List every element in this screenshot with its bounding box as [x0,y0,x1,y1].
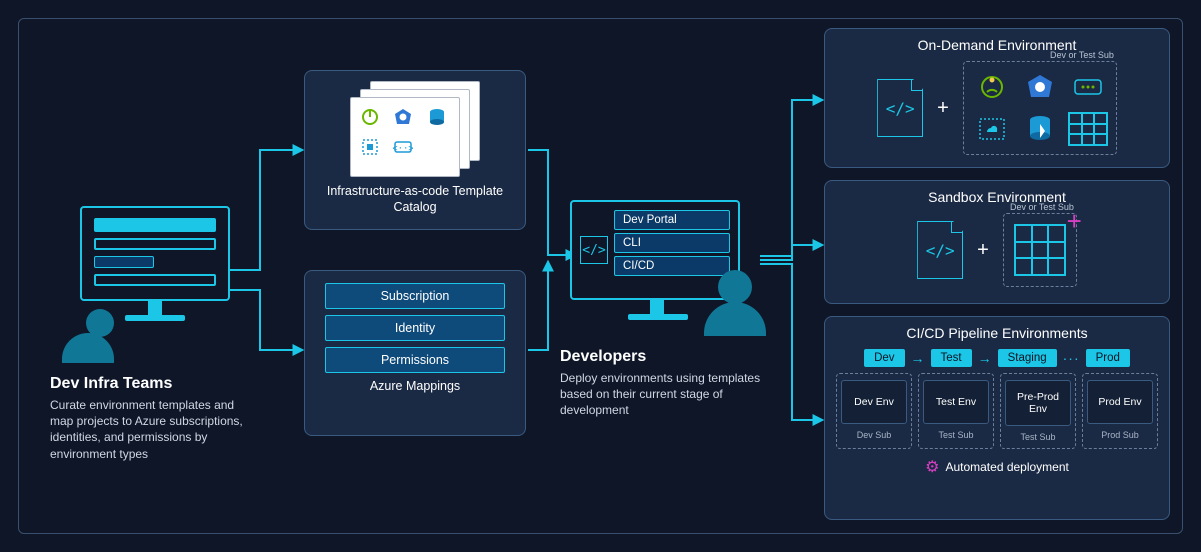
svg-text:<··>: <··> [393,144,413,154]
cicd-row: CI/CD [614,256,730,276]
iac-caption: Infrastructure-as-code Template Catalog [315,184,515,215]
env-label: Test Env [923,380,989,424]
developers-title: Developers [560,348,790,366]
stage-dev: Dev [864,349,904,367]
test-env-card: Test Env Test Sub [918,373,994,449]
dev-infra-teams-actor: Dev Infra Teams Curate environment templ… [50,206,260,462]
template-file-icon: </> [877,79,923,137]
env-sub: Test Sub [1005,432,1071,442]
env-sub: Prod Sub [1087,430,1153,440]
database-icon [1018,110,1062,148]
pipeline-stages: Dev → Test → Staging ··· Prod [835,349,1159,367]
kubernetes-icon [1018,68,1062,106]
ellipsis-icon: ··· [1063,350,1080,366]
env-label: Prod Env [1087,380,1153,424]
sandbox-sub-caption: Dev or Test Sub [1010,202,1074,212]
prod-env-card: Prod Env Prod Sub [1082,373,1158,449]
mapping-subscription: Subscription [325,283,505,309]
template-stack-icon: <··> [350,81,480,176]
mapping-identity: Identity [325,315,505,341]
on-demand-resources-box: Dev or Test Sub [963,61,1117,155]
sandbox-title: Sandbox Environment [837,189,1157,205]
iac-template-catalog-panel: <··> Infrastructure-as-code Template Cat… [304,70,526,230]
mapping-permissions: Permissions [325,347,505,373]
code-icon: </> [580,236,608,264]
plus-icon: + [937,97,949,120]
cloud-app-icon [970,110,1014,148]
stage-prod: Prod [1086,349,1130,367]
stage-test: Test [931,349,972,367]
dev-infra-description: Curate environment templates and map pro… [50,397,250,462]
grid-service-icon [1014,224,1066,276]
grid-service-icon [1066,110,1110,148]
env-sub: Dev Sub [841,430,907,440]
automated-text: Automated deployment [945,460,1068,474]
azure-mappings-caption: Azure Mappings [325,379,505,393]
add-resource-icon: + [1067,206,1082,237]
kubernetes-icon [390,104,416,130]
sandbox-environment-panel: Sandbox Environment </> + Dev or Test Su… [824,180,1170,304]
stage-staging: Staging [998,349,1057,367]
user-icon [718,270,752,304]
on-demand-environment-panel: On-Demand Environment </> + Dev or Test … [824,28,1170,168]
on-demand-sub-caption: Dev or Test Sub [1050,50,1114,60]
env-label: Dev Env [841,380,907,424]
database-icon [424,104,450,130]
env-sub: Test Sub [923,430,989,440]
cicd-environments-panel: CI/CD Pipeline Environments Dev → Test →… [824,316,1170,520]
cli-row: CLI [614,233,730,253]
automated-deployment-label: ⚙ Automated deployment [835,457,1159,477]
dev-env-card: Dev Env Dev Sub [836,373,912,449]
plus-icon: + [977,239,989,262]
arrow-right-icon: → [978,350,992,366]
template-file-icon: </> [917,221,963,279]
developer-monitor-icon: </> Dev Portal CLI CI/CD [570,200,740,300]
devops-icon [970,68,1014,106]
developers-actor: </> Dev Portal CLI CI/CD Developers Depl… [560,200,790,419]
code-brackets-icon: <··> [390,134,416,160]
preprod-env-card: Pre-Prod Env Test Sub [1000,373,1076,449]
power-icon [357,104,383,130]
gear-icon: ⚙ [925,457,939,477]
sandbox-resources-box: Dev or Test Sub + [1003,213,1077,287]
arrow-right-icon: → [911,350,925,366]
cicd-title: CI/CD Pipeline Environments [835,325,1159,341]
azure-mappings-panel: Subscription Identity Permissions Azure … [304,270,526,436]
resource-group-icon [357,134,383,160]
env-label: Pre-Prod Env [1005,380,1071,426]
developers-description: Deploy environments using templates base… [560,370,770,419]
dev-portal-row: Dev Portal [614,210,730,230]
dev-infra-title: Dev Infra Teams [50,375,260,393]
more-services-icon [1066,68,1110,106]
dev-infra-monitor-icon [80,206,230,301]
